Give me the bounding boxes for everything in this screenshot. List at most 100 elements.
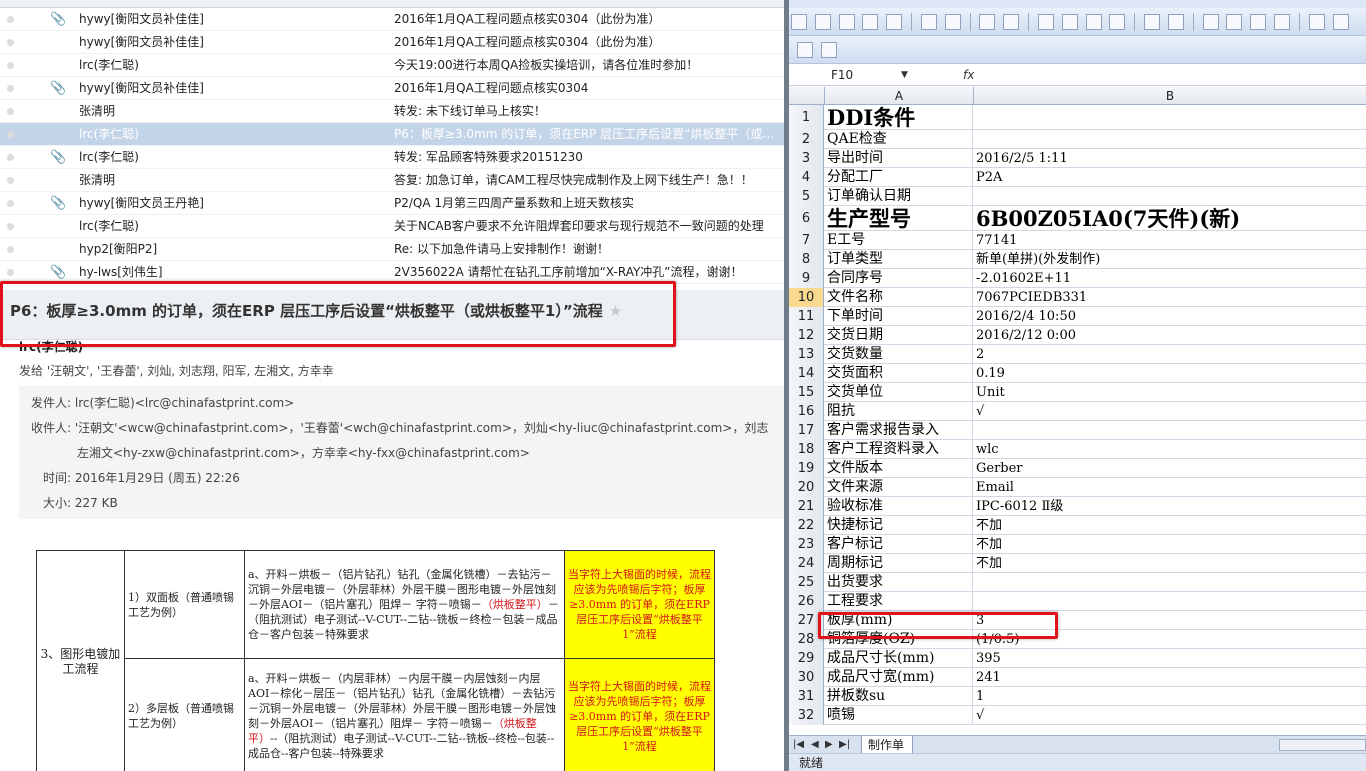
cell-b[interactable]: 0.19 (974, 364, 1366, 383)
row-header[interactable]: 14 (789, 364, 824, 383)
cell-a[interactable]: 交货面积 (825, 364, 973, 383)
read-status-icon[interactable] (7, 200, 14, 207)
cell-a[interactable]: 文件版本 (825, 459, 973, 478)
mail-list-item[interactable]: lrc(李仁聪) 今天19:00进行本周QA捡板实操培训，请各位准时参加！ (0, 54, 784, 77)
spelling-icon[interactable] (979, 14, 996, 30)
row-header[interactable]: 30 (789, 668, 824, 687)
next-sheet-icon[interactable]: ▶ (825, 736, 833, 754)
cell-a[interactable]: 出货要求 (825, 573, 973, 592)
email-icon[interactable] (886, 14, 903, 30)
horizontal-scrollbar[interactable] (1279, 739, 1366, 751)
print-icon[interactable] (920, 14, 937, 30)
cell-b[interactable] (974, 187, 1366, 206)
column-header-a[interactable]: A (825, 87, 974, 105)
open-folder-icon[interactable] (814, 14, 831, 30)
cell-b[interactable]: 新单(单拼)(外发制作) (974, 250, 1366, 269)
read-status-icon[interactable] (7, 108, 14, 115)
cell-b[interactable]: IPC-6012 Ⅱ级 (974, 497, 1366, 516)
star-icon[interactable]: ★ (609, 302, 622, 320)
cell-b[interactable] (974, 421, 1366, 440)
cell-a[interactable]: 订单类型 (825, 250, 973, 269)
first-sheet-icon[interactable]: |◀ (793, 736, 804, 754)
mail-list-item[interactable]: lrc(李仁聪) 关于NCAB客户要求不允许阻焊套印要求与现行规范不一致问题的处理 (0, 215, 784, 238)
cell-a[interactable]: 客户标记 (825, 535, 973, 554)
cell-b[interactable]: 1 (974, 687, 1366, 706)
sort-descending-icon[interactable] (1274, 14, 1291, 30)
chart-wizard-icon[interactable] (1308, 14, 1325, 30)
last-sheet-icon[interactable]: ▶| (839, 736, 850, 754)
mail-list-item[interactable]: 📎 lrc(李仁聪) 转发: 军品顾客特殊要求20151230 (0, 146, 784, 169)
row-header[interactable]: 16 (789, 402, 824, 421)
undo-icon[interactable] (1144, 14, 1161, 30)
cell-a[interactable]: 合同序号 (825, 269, 973, 288)
cell-b[interactable]: 3 (974, 611, 1366, 630)
research-icon[interactable] (1003, 14, 1020, 30)
cell-a[interactable]: 文件来源 (825, 478, 973, 497)
cell-b[interactable]: 不加 (974, 516, 1366, 535)
cell-b[interactable]: √ (974, 402, 1366, 421)
mail-list-item[interactable]: 📎 hywy[衡阳文员王丹艳] P2/QA 1月第三四周产量系数和上班天数核实 (0, 192, 784, 215)
format-painter-icon[interactable] (1109, 14, 1126, 30)
row-header[interactable]: 12 (789, 326, 824, 345)
cell-a[interactable]: 客户工程资料录入 (825, 440, 973, 459)
fx-icon[interactable]: fx (963, 66, 974, 84)
row-header[interactable]: 10 (789, 288, 824, 307)
cell-b[interactable]: 6B00Z05IA0(7天件)(新) (974, 206, 1366, 231)
row-header[interactable]: 7 (789, 231, 824, 250)
row-header[interactable]: 2 (789, 130, 824, 149)
cell-a[interactable]: 交货单位 (825, 383, 973, 402)
row-header[interactable]: 6 (789, 206, 824, 231)
cell-b[interactable]: 77141 (974, 231, 1366, 250)
row-header[interactable]: 17 (789, 421, 824, 440)
cell-b[interactable]: 不加 (974, 554, 1366, 573)
cell-a[interactable]: 成品尺寸长(mm) (825, 649, 973, 668)
hyperlink-icon[interactable] (1202, 14, 1219, 30)
row-header[interactable]: 32 (789, 706, 824, 725)
row-header[interactable]: 13 (789, 345, 824, 364)
new-file-icon[interactable] (791, 14, 807, 30)
pdf-convert-icon[interactable] (797, 42, 813, 58)
cell-a[interactable]: 工程要求 (825, 592, 973, 611)
read-status-icon[interactable] (7, 16, 14, 23)
row-header[interactable]: 3 (789, 149, 824, 168)
read-status-icon[interactable] (7, 177, 14, 184)
read-status-icon[interactable] (7, 39, 14, 46)
row-header[interactable]: 11 (789, 307, 824, 326)
mail-list-item[interactable]: hywy[衡阳文员补佳佳] 2016年1月QA工程问题点核实0304（此份为准） (0, 31, 784, 54)
read-status-icon[interactable] (7, 246, 14, 253)
copy-icon[interactable] (1061, 14, 1078, 30)
paste-icon[interactable] (1085, 14, 1102, 30)
cell-a[interactable]: 订单确认日期 (825, 187, 973, 206)
prev-sheet-icon[interactable]: ◀ (811, 736, 819, 754)
read-status-icon[interactable] (7, 223, 14, 230)
row-header[interactable]: 18 (789, 440, 824, 459)
cell-a[interactable]: 交货日期 (825, 326, 973, 345)
sender-name[interactable]: lrc(李仁聪) (19, 338, 83, 355)
row-header[interactable]: 29 (789, 649, 824, 668)
row-header[interactable]: 8 (789, 250, 824, 269)
excel-menubar[interactable] (789, 0, 1366, 8)
row-header[interactable]: 21 (789, 497, 824, 516)
cell-a[interactable]: 导出时间 (825, 149, 973, 168)
cell-a[interactable]: 下单时间 (825, 307, 973, 326)
cell-b[interactable]: 2016/2/4 10:50 (974, 307, 1366, 326)
cut-icon[interactable] (1037, 14, 1054, 30)
mail-list-item[interactable]: hyp2[衡阳P2] Re: 以下加急件请马上安排制作！谢谢！ (0, 238, 784, 261)
cell-b[interactable]: 2 (974, 345, 1366, 364)
row-header[interactable]: 22 (789, 516, 824, 535)
cell-a[interactable]: 成品尺寸宽(mm) (825, 668, 973, 687)
cell-b[interactable]: 2016/2/5 1:11 (974, 149, 1366, 168)
autosum-icon[interactable] (1226, 14, 1243, 30)
redo-icon[interactable] (1167, 14, 1184, 30)
cell-b[interactable]: (1/0.5) (974, 630, 1366, 649)
row-header[interactable]: 9 (789, 269, 824, 288)
row-header[interactable]: 19 (789, 459, 824, 478)
cell-b[interactable]: 7067PCIEDB331 (974, 288, 1366, 307)
read-status-icon[interactable] (7, 85, 14, 92)
cell-b[interactable]: P2A (974, 168, 1366, 187)
cell-b[interactable]: 2016/2/12 0:00 (974, 326, 1366, 345)
row-header[interactable]: 20 (789, 478, 824, 497)
row-header[interactable]: 26 (789, 592, 824, 611)
sort-ascending-icon[interactable] (1250, 14, 1267, 30)
cell-a[interactable]: 客户需求报告录入 (825, 421, 973, 440)
